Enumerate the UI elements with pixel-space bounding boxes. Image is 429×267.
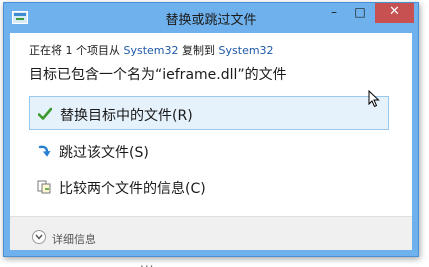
- skip-file-option[interactable]: 跳过该文件(S): [29, 134, 389, 168]
- destination-folder-link[interactable]: System32: [219, 44, 274, 57]
- compare-files-label: 比较两个文件的信息(C): [59, 181, 206, 197]
- compare-files-icon: [37, 180, 51, 194]
- source-folder-link[interactable]: System32: [124, 44, 179, 57]
- minimize-button[interactable]: –: [321, 3, 347, 23]
- copy-info: 正在将 1 个项目从 System32 复制到 System32: [29, 42, 274, 58]
- maximize-button[interactable]: □: [347, 3, 373, 23]
- replace-file-label: 替换目标中的文件(R): [60, 108, 193, 124]
- more-details-label: 详细信息: [52, 233, 96, 246]
- dialog-footer: 详细信息: [10, 217, 412, 250]
- replace-file-option[interactable]: 替换目标中的文件(R): [29, 96, 389, 130]
- copy-info-middle: 复制到: [178, 44, 219, 57]
- green-check-icon: [37, 107, 53, 121]
- replace-or-skip-dialog: 替换或跳过文件 – □ ✕ 正在将 1 个项目从 System32 复制到 Sy…: [3, 2, 419, 257]
- dialog-content: 正在将 1 个项目从 System32 复制到 System32 目标已包含一个…: [10, 33, 412, 250]
- close-button[interactable]: ✕: [375, 3, 414, 23]
- desktop: ... 替换或跳过文件 – □ ✕ 正在将 1 个项目从 System32 复制…: [0, 0, 429, 267]
- chevron-down-icon: [32, 230, 46, 244]
- conflict-message: 目标已包含一个名为“ieframe.dll”的文件: [29, 67, 287, 83]
- mouse-pointer-icon: [368, 90, 380, 108]
- blue-arrow-icon: [37, 144, 51, 158]
- skip-file-label: 跳过该文件(S): [59, 145, 149, 161]
- compare-files-option[interactable]: 比较两个文件的信息(C): [29, 170, 389, 204]
- background-window-text: ...: [140, 256, 155, 267]
- copy-info-prefix: 正在将 1 个项目从: [29, 44, 124, 57]
- title-bar[interactable]: 替换或跳过文件 – □ ✕: [4, 3, 418, 33]
